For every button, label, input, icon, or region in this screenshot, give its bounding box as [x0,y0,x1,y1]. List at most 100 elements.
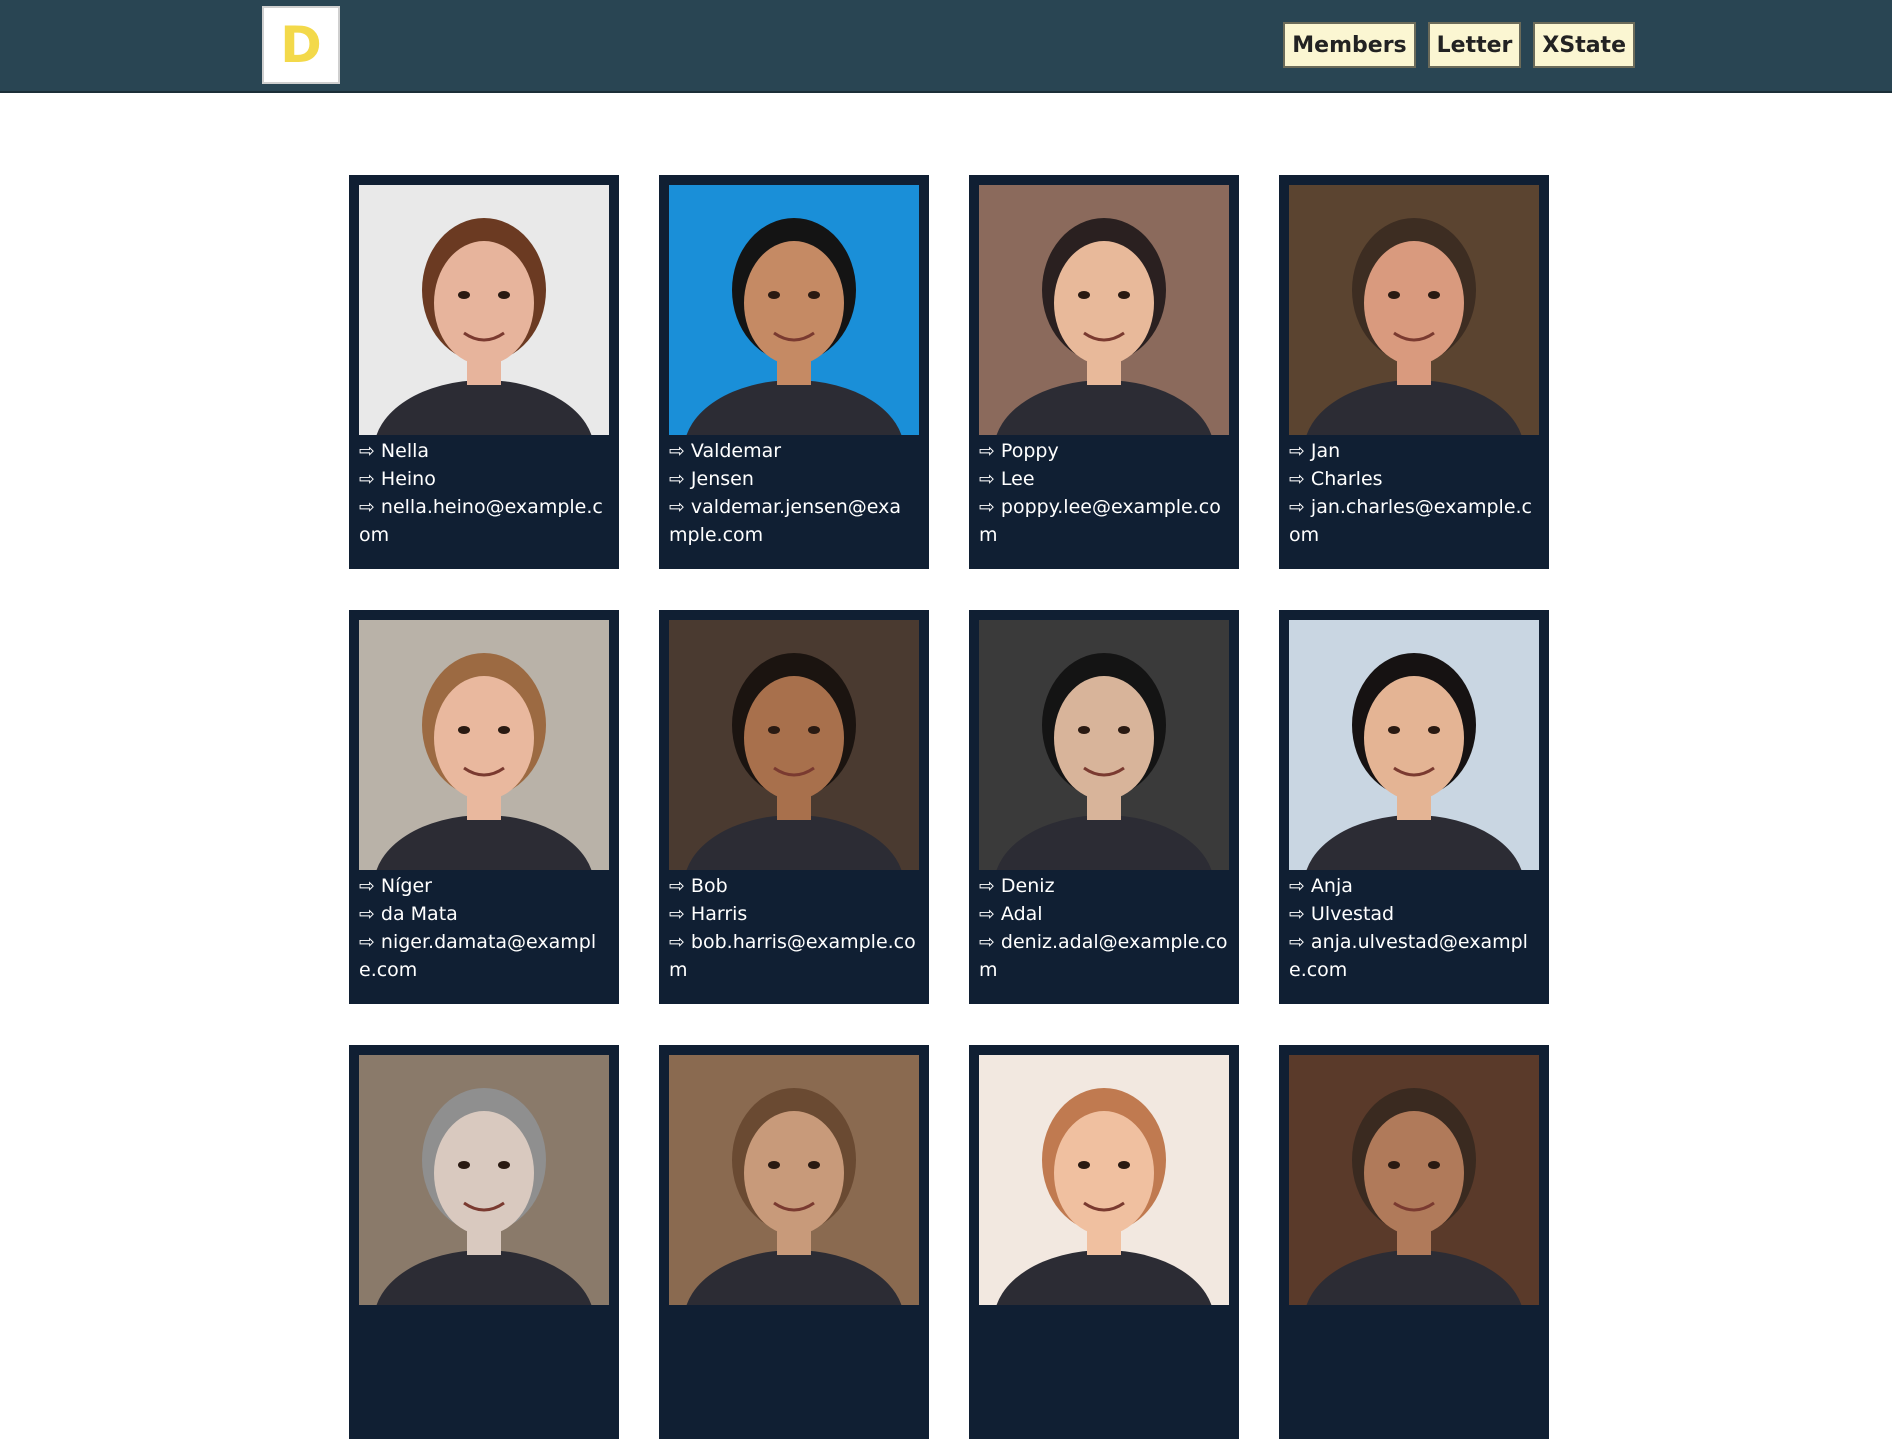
nav-menu: Members Letter XState [1283,22,1635,68]
member-card[interactable]: ⇨ Deniz ⇨ Adal ⇨ deniz.adal@example.com [969,610,1239,1004]
member-last-name-line: ⇨ Charles [1289,465,1539,493]
member-last-name-line: ⇨ Heino [359,465,609,493]
member-last-name: Adal [1000,903,1043,925]
member-last-name: Jensen [690,468,754,490]
member-photo [669,1055,919,1305]
member-last-name: Charles [1310,468,1383,490]
member-photo [979,185,1229,435]
arrow-right-icon: ⇨ [979,931,995,953]
arrow-right-icon: ⇨ [669,903,685,925]
arrow-right-icon: ⇨ [1289,468,1305,490]
member-email: jan.charles@example.com [1289,496,1533,546]
arrow-right-icon: ⇨ [669,496,685,518]
arrow-right-icon: ⇨ [359,875,375,897]
member-first-name: Valdemar [690,440,782,462]
member-first-name: Poppy [1000,440,1059,462]
member-last-name: Ulvestad [1310,903,1395,925]
logo[interactable]: D [262,6,340,84]
member-email-line: ⇨ anja.ulvestad@example.com [1289,928,1539,984]
member-first-name: Deniz [1000,875,1055,897]
member-last-name-line: ⇨ Lee [979,465,1229,493]
arrow-right-icon: ⇨ [359,440,375,462]
member-email: nella.heino@example.com [359,496,603,546]
member-card[interactable]: ⇨ Jan ⇨ Charles ⇨ jan.charles@example.com [1279,175,1549,569]
member-last-name: Lee [1000,468,1035,490]
member-email: valdemar.jensen@example.com [669,496,901,546]
member-last-name-line: ⇨ Adal [979,900,1229,928]
member-email-line: ⇨ jan.charles@example.com [1289,493,1539,549]
arrow-right-icon: ⇨ [359,496,375,518]
arrow-right-icon: ⇨ [1289,440,1305,462]
member-first-name-line: ⇨ Nella [359,437,609,465]
arrow-right-icon: ⇨ [979,468,995,490]
member-first-name-line: ⇨ Anja [1289,872,1539,900]
member-last-name: Harris [690,903,748,925]
nav-letter-button[interactable]: Letter [1427,22,1522,68]
member-card[interactable] [349,1045,619,1439]
member-photo [669,185,919,435]
member-first-name-line: ⇨ Poppy [979,437,1229,465]
arrow-right-icon: ⇨ [669,468,685,490]
arrow-right-icon: ⇨ [669,931,685,953]
arrow-right-icon: ⇨ [359,903,375,925]
member-photo [979,620,1229,870]
member-first-name: Jan [1310,440,1341,462]
member-first-name-line: ⇨ Níger [359,872,609,900]
member-card[interactable] [1279,1045,1549,1439]
member-last-name: da Mata [380,903,458,925]
member-email: anja.ulvestad@example.com [1289,931,1528,981]
arrow-right-icon: ⇨ [1289,875,1305,897]
members-grid: ⇨ Nella ⇨ Heino ⇨ nella.heino@example.com ⇨ Val… [349,175,1549,1439]
member-card[interactable]: ⇨ Anja ⇨ Ulvestad ⇨ anja.ulvestad@example.com [1279,610,1549,1004]
member-card[interactable]: ⇨ Nella ⇨ Heino ⇨ nella.heino@example.com [349,175,619,569]
member-email: deniz.adal@example.com [979,931,1228,981]
member-photo [979,1055,1229,1305]
arrow-right-icon: ⇨ [359,931,375,953]
arrow-right-icon: ⇨ [1289,496,1305,518]
member-email-line: ⇨ niger.damata@example.com [359,928,609,984]
member-info: ⇨ Anja ⇨ Ulvestad ⇨ anja.ulvestad@example.com [1289,872,1539,984]
member-photo [669,620,919,870]
top-navbar: D Members Letter XState [0,0,1892,93]
nav-xstate-button[interactable]: XState [1533,22,1635,68]
arrow-right-icon: ⇨ [669,440,685,462]
member-card[interactable]: ⇨ Poppy ⇨ Lee ⇨ poppy.lee@example.com [969,175,1239,569]
member-photo [359,1055,609,1305]
member-last-name-line: ⇨ Jensen [669,465,919,493]
member-last-name-line: ⇨ da Mata [359,900,609,928]
member-card[interactable]: ⇨ Valdemar ⇨ Jensen ⇨ valdemar.jensen@example… [659,175,929,569]
member-email-line: ⇨ poppy.lee@example.com [979,493,1229,549]
arrow-right-icon: ⇨ [1289,903,1305,925]
member-photo [359,185,609,435]
nav-members-button[interactable]: Members [1283,22,1416,68]
member-info: ⇨ Poppy ⇨ Lee ⇨ poppy.lee@example.com [979,437,1229,549]
member-card[interactable] [659,1045,929,1439]
member-photo [1289,1055,1539,1305]
member-first-name-line: ⇨ Bob [669,872,919,900]
member-first-name-line: ⇨ Valdemar [669,437,919,465]
member-card[interactable]: ⇨ Níger ⇨ da Mata ⇨ niger.damata@example.com [349,610,619,1004]
member-info: ⇨ Níger ⇨ da Mata ⇨ niger.damata@example.com [359,872,609,984]
member-email: poppy.lee@example.com [979,496,1221,546]
member-first-name: Níger [380,875,432,897]
member-info: ⇨ Nella ⇨ Heino ⇨ nella.heino@example.com [359,437,609,549]
member-first-name: Bob [690,875,728,897]
member-card[interactable] [969,1045,1239,1439]
member-card[interactable]: ⇨ Bob ⇨ Harris ⇨ bob.harris@example.com [659,610,929,1004]
member-info: ⇨ Valdemar ⇨ Jensen ⇨ valdemar.jensen@example… [669,437,919,549]
arrow-right-icon: ⇨ [979,440,995,462]
member-info: ⇨ Bob ⇨ Harris ⇨ bob.harris@example.com [669,872,919,984]
member-info: ⇨ Deniz ⇨ Adal ⇨ deniz.adal@example.com [979,872,1229,984]
member-email-line: ⇨ nella.heino@example.com [359,493,609,549]
member-first-name: Anja [1310,875,1353,897]
arrow-right-icon: ⇨ [669,875,685,897]
member-info: ⇨ Jan ⇨ Charles ⇨ jan.charles@example.com [1289,437,1539,549]
member-last-name-line: ⇨ Ulvestad [1289,900,1539,928]
member-last-name-line: ⇨ Harris [669,900,919,928]
member-email: niger.damata@example.com [359,931,597,981]
member-last-name: Heino [380,468,436,490]
member-photo [359,620,609,870]
member-email: bob.harris@example.com [669,931,916,981]
member-first-name-line: ⇨ Jan [1289,437,1539,465]
member-email-line: ⇨ deniz.adal@example.com [979,928,1229,984]
